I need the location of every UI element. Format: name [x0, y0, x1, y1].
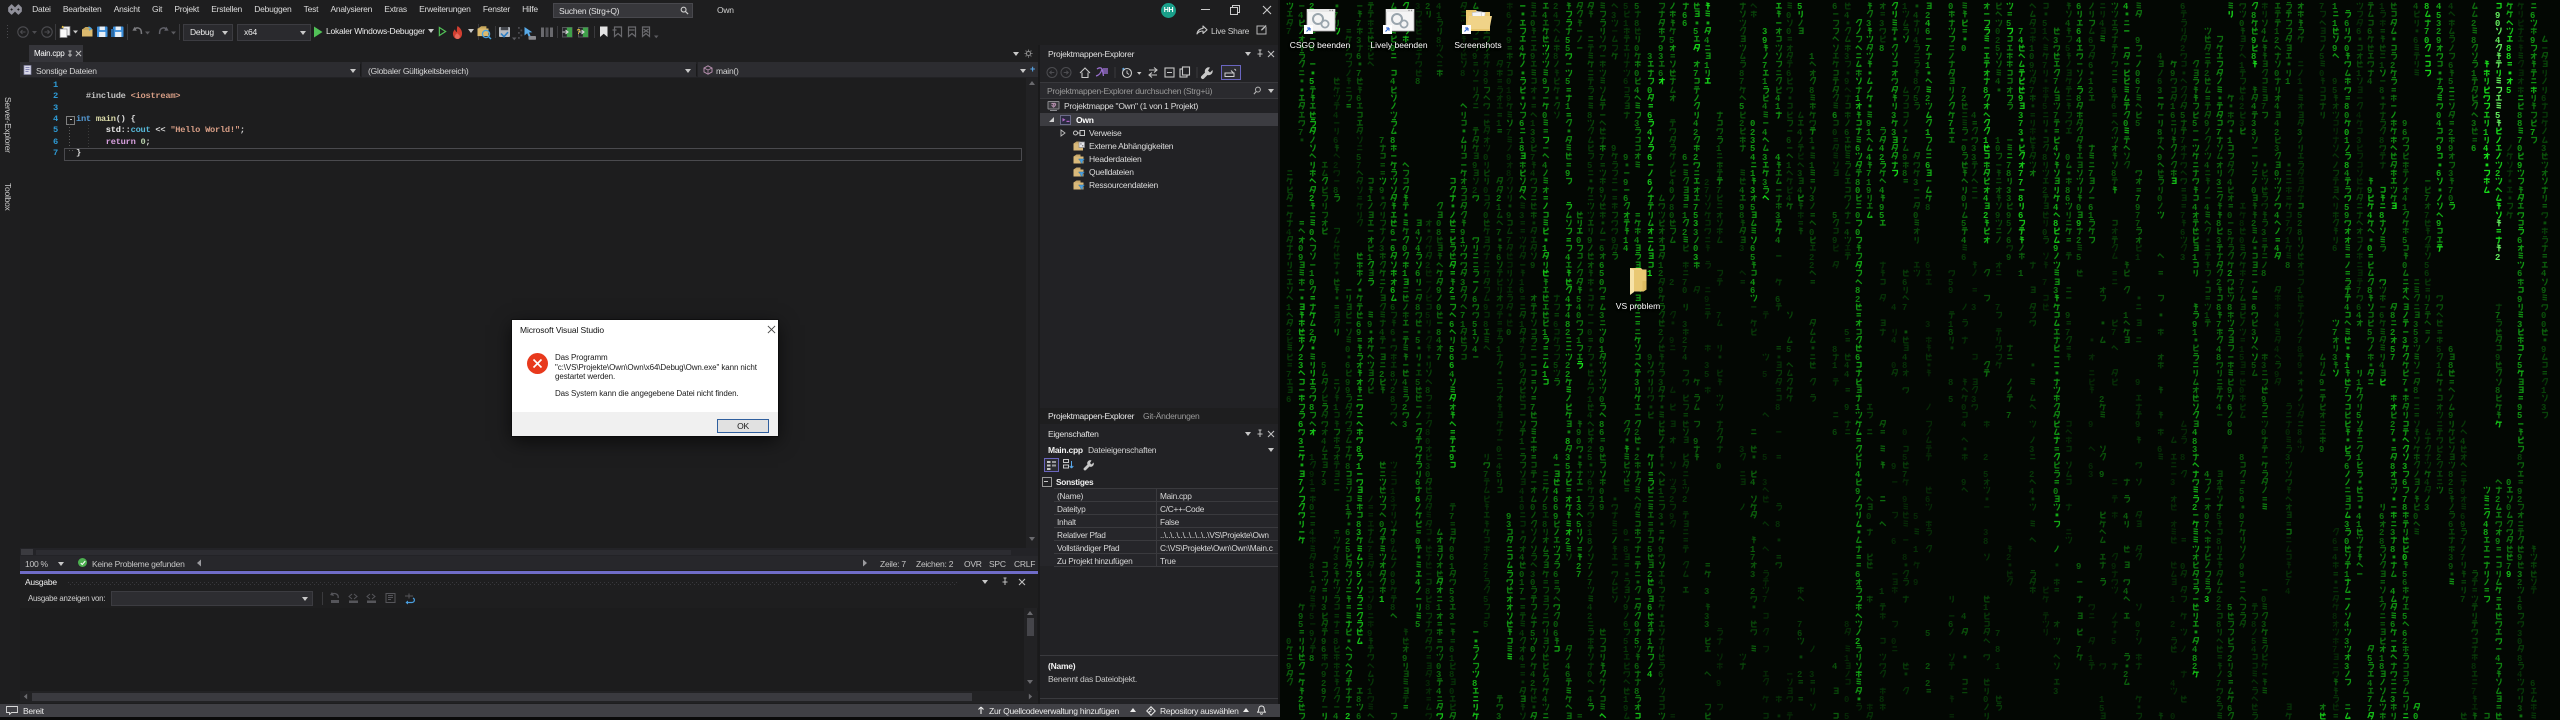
svg-text:?: ?: [577, 29, 581, 36]
